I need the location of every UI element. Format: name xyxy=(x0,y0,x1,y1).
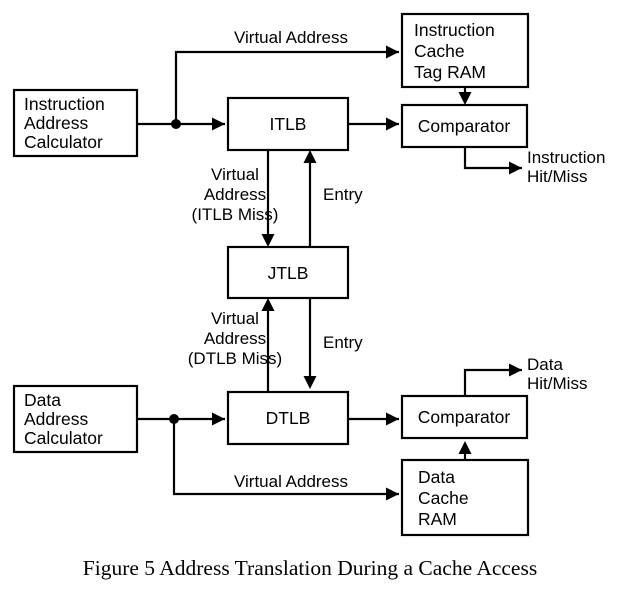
block-dtlb[interactable]: DTLB xyxy=(226,390,350,446)
instruction-address-calculator-line1: Instruction xyxy=(24,94,105,114)
block-instruction-cache-tag-ram[interactable]: Instruction Cache Tag RAM xyxy=(400,12,530,89)
instruction-address-calculator-line2: Address xyxy=(24,113,88,133)
arrowhead-itagram-in xyxy=(386,45,399,59)
arrowhead-itlb-entry-in xyxy=(303,150,317,163)
jtlb-label: JTLB xyxy=(268,263,309,283)
label-dtlb-miss-line1: Virtual xyxy=(211,309,259,328)
arrowhead-dcomparator-bottom-in xyxy=(458,441,472,454)
label-entry-lower: Entry xyxy=(323,333,363,352)
arrowhead-jtlb-in-lower xyxy=(261,298,275,311)
arrowhead-instruction-hit-miss xyxy=(509,161,522,175)
instruction-comparator-label: Comparator xyxy=(418,116,511,136)
arrowhead-dtlb-entry-in xyxy=(303,376,317,389)
address-translation-diagram: Instruction Address Calculator ITLB Inst… xyxy=(12,12,605,580)
data-cache-ram-line3: RAM xyxy=(418,509,457,529)
label-dtlb-miss-line2: Address xyxy=(204,329,266,348)
block-instruction-address-calculator[interactable]: Instruction Address Calculator xyxy=(12,88,139,158)
itlb-label: ITLB xyxy=(270,114,307,134)
data-cache-ram-line1: Data xyxy=(418,467,455,487)
block-data-address-calculator[interactable]: Data Address Calculator xyxy=(12,384,139,454)
label-instruction-hit-miss-line2: Hit/Miss xyxy=(527,167,587,186)
arrowhead-icomparator-top-in xyxy=(458,92,472,105)
arrowhead-dcacheram-in xyxy=(386,487,399,501)
label-data-hit-miss-line1: Data xyxy=(527,355,563,374)
figure-caption: Figure 5 Address Translation During a Ca… xyxy=(83,556,537,580)
instruction-cache-tag-ram-line2: Cache xyxy=(414,41,465,61)
label-instruction-hit-miss-line1: Instruction xyxy=(527,148,605,167)
data-address-calculator-line1: Data xyxy=(24,390,61,410)
label-itlb-miss-line2: Address xyxy=(204,185,266,204)
label-entry-upper: Entry xyxy=(323,185,363,204)
block-jtlb[interactable]: JTLB xyxy=(226,245,350,300)
arrowhead-dcomparator-in xyxy=(386,412,399,426)
arrowhead-icomparator-in xyxy=(386,117,399,131)
figure-canvas: Instruction Address Calculator ITLB Inst… xyxy=(0,0,620,600)
block-data-cache-ram[interactable]: Data Cache RAM xyxy=(400,458,530,537)
label-top-virtual-address: Virtual Address xyxy=(234,28,348,47)
label-dtlb-miss-line3: (DTLB Miss) xyxy=(188,349,282,368)
arrowhead-itlb-in xyxy=(212,117,225,131)
junction-dot-data xyxy=(169,414,179,424)
data-address-calculator-line2: Address xyxy=(24,409,88,429)
block-itlb[interactable]: ITLB xyxy=(226,96,350,152)
label-itlb-miss-line1: Virtual xyxy=(211,165,259,184)
label-bottom-virtual-address: Virtual Address xyxy=(234,472,348,491)
data-address-calculator-line3: Calculator xyxy=(24,428,103,448)
label-data-hit-miss-line2: Hit/Miss xyxy=(527,374,587,393)
block-instruction-comparator[interactable]: Comparator xyxy=(400,103,529,149)
instruction-address-calculator-line3: Calculator xyxy=(24,132,103,152)
label-itlb-miss-line3: (ITLB Miss) xyxy=(192,205,279,224)
block-data-comparator[interactable]: Comparator xyxy=(400,394,529,440)
dtlb-label: DTLB xyxy=(266,408,311,428)
instruction-cache-tag-ram-line1: Instruction xyxy=(414,20,495,40)
data-cache-ram-line2: Cache xyxy=(418,488,469,508)
arrowhead-jtlb-in-upper xyxy=(261,234,275,247)
arrowhead-data-hit-miss xyxy=(509,363,522,377)
arrowhead-dtlb-in xyxy=(212,412,225,426)
junction-dot-instruction xyxy=(171,119,181,129)
instruction-cache-tag-ram-line3: Tag RAM xyxy=(414,62,486,82)
data-comparator-label: Comparator xyxy=(418,407,511,427)
